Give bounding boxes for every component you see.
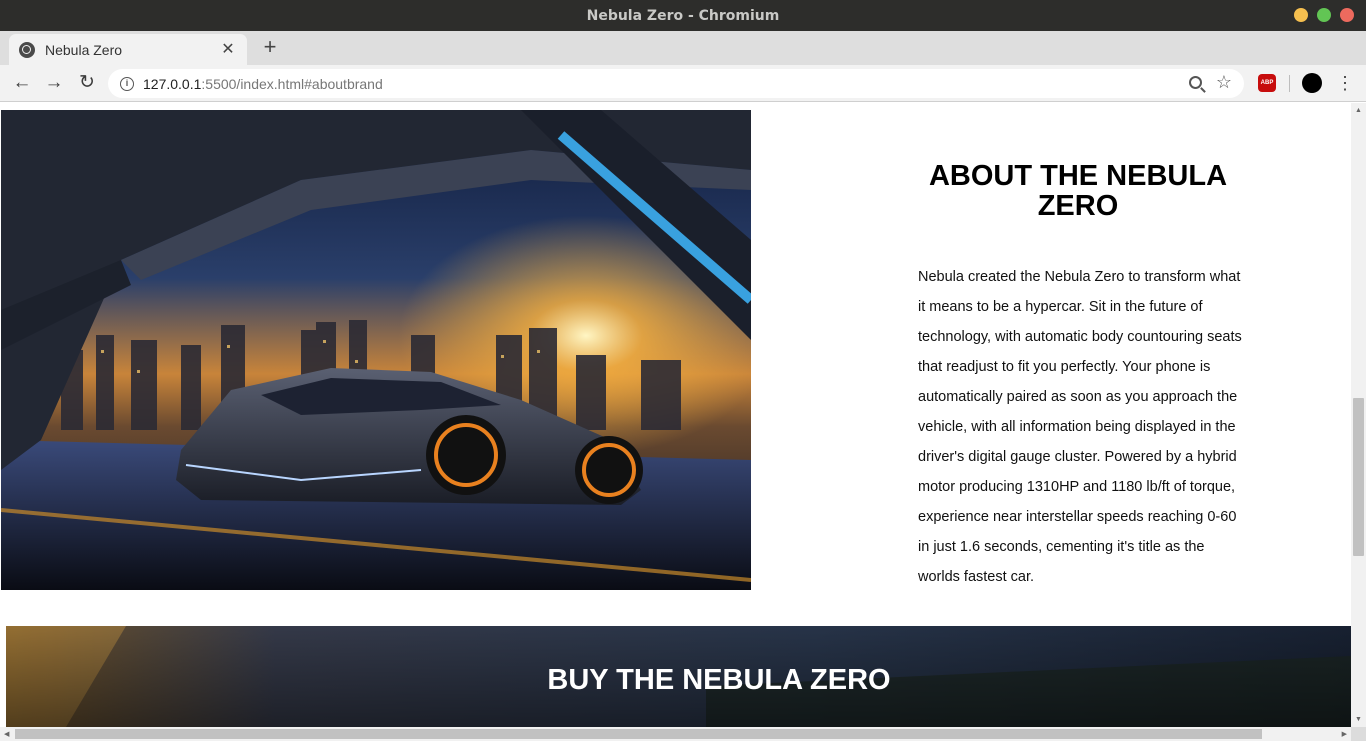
forward-button[interactable]: → bbox=[42, 71, 66, 95]
about-paragraph: Nebula created the Nebula Zero to transf… bbox=[918, 269, 1242, 585]
profile-avatar-icon[interactable] bbox=[1302, 73, 1322, 93]
maximize-button[interactable] bbox=[1317, 8, 1331, 22]
tab-title: Nebula Zero bbox=[45, 41, 123, 58]
bookmark-star-icon[interactable]: ☆ bbox=[1216, 73, 1232, 91]
browser-menu-icon[interactable]: ⋮ bbox=[1336, 71, 1354, 95]
vertical-scrollbar[interactable]: ▲ ▼ bbox=[1351, 103, 1366, 727]
hypercar-hero-image bbox=[1, 110, 751, 590]
scroll-left-arrow-icon[interactable]: ◀ bbox=[4, 730, 9, 738]
url-path: :5500/index.html#aboutbrand bbox=[201, 75, 383, 92]
about-heading: ABOUT THE NEBULA ZERO bbox=[928, 160, 1228, 222]
window-title: Nebula Zero - Chromium bbox=[586, 7, 780, 24]
adblock-extension-icon[interactable]: ABP bbox=[1258, 74, 1276, 92]
zoom-icon[interactable] bbox=[1188, 75, 1202, 89]
back-button[interactable]: ← bbox=[10, 71, 34, 95]
browser-toolbar: ← → ↻ i 127.0.0.1:5500/index.html#aboutb… bbox=[0, 65, 1366, 102]
close-window-button[interactable] bbox=[1340, 8, 1354, 22]
close-tab-icon[interactable]: ✕ bbox=[219, 41, 237, 59]
vertical-scroll-thumb[interactable] bbox=[1353, 398, 1364, 556]
reload-button[interactable]: ↻ bbox=[75, 71, 99, 95]
url-host: 127.0.0.1 bbox=[143, 75, 202, 92]
hypercar-illustration bbox=[1, 110, 751, 590]
minimize-button[interactable] bbox=[1294, 8, 1308, 22]
address-bar[interactable]: i 127.0.0.1:5500/index.html#aboutbrand ☆ bbox=[108, 69, 1244, 98]
tab-nebula-zero[interactable]: Nebula Zero ✕ bbox=[9, 34, 247, 65]
buy-heading: BUY THE NEBULA ZERO bbox=[547, 664, 891, 696]
scroll-right-arrow-icon[interactable]: ▶ bbox=[1342, 730, 1347, 738]
scrollbar-corner bbox=[1351, 727, 1366, 741]
scroll-down-arrow-icon[interactable]: ▼ bbox=[1355, 716, 1362, 723]
url-text[interactable]: 127.0.0.1:5500/index.html#aboutbrand bbox=[143, 76, 383, 92]
tab-strip: Nebula Zero ✕ + bbox=[0, 31, 1366, 65]
window-controls bbox=[1294, 8, 1354, 22]
horizontal-scroll-thumb[interactable] bbox=[15, 729, 1262, 739]
buy-section-banner: BUY THE NEBULA ZERO bbox=[6, 626, 1351, 727]
page-viewport: ABOUT THE NEBULA ZERO Nebula created the… bbox=[0, 103, 1351, 727]
new-tab-button[interactable]: + bbox=[259, 36, 281, 58]
toolbar-separator bbox=[1289, 75, 1290, 92]
address-bar-actions: ☆ bbox=[1188, 73, 1232, 91]
horizontal-scrollbar[interactable]: ◀ ▶ bbox=[0, 727, 1351, 741]
globe-icon bbox=[19, 41, 35, 58]
site-info-icon[interactable]: i bbox=[120, 76, 134, 91]
scroll-up-arrow-icon[interactable]: ▲ bbox=[1355, 107, 1362, 114]
window-titlebar: Nebula Zero - Chromium bbox=[0, 0, 1366, 31]
